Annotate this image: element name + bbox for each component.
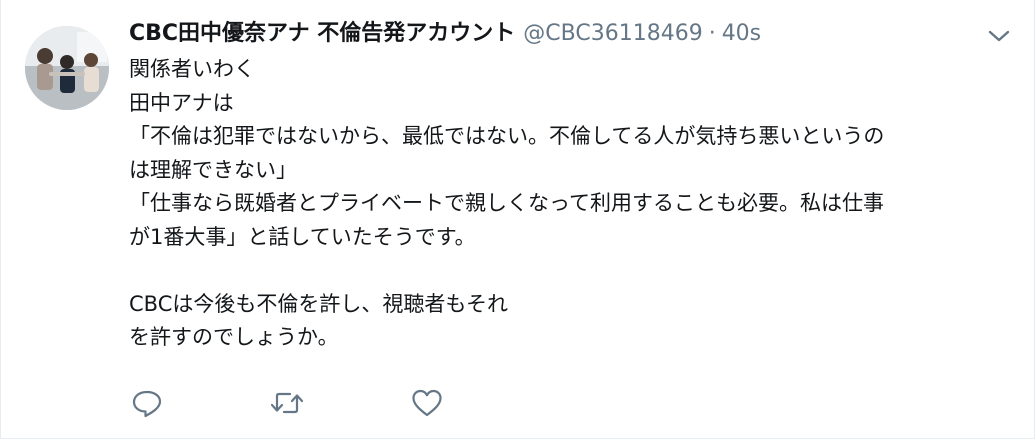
tweet-text-line: CBCは今後も不倫を許し、視聴者もそれ [129,291,508,316]
retweet-icon [270,392,304,414]
tweet-text-line: 「不倫は犯罪ではないから、最低ではない。不倫してる人が気持ち悪いというの [129,124,885,148]
display-name[interactable]: CBC田中優奈アナ 不倫告発アカウント [129,17,515,51]
like-button[interactable] [409,386,445,420]
heart-icon [412,389,442,417]
tweet-text-line: 田中アナは [129,90,234,115]
tweet-text-line: を許すのでしょうか。 [129,325,339,349]
separator: · [708,21,716,46]
tweet-text-line: は理解できない」 [129,157,297,182]
tweet-text: 関係者いわく 田中アナは 「不倫は犯罪ではないから、最低ではない。不倫してる人が… [129,53,1014,355]
retweet-button[interactable] [269,386,305,420]
reply-button[interactable] [129,386,165,420]
more-options-button[interactable] [986,26,1012,46]
chevron-down-icon [988,30,1010,42]
handle[interactable]: @CBC36118469 [523,17,702,51]
tweet-text-line: 関係者いわく [129,57,255,81]
tweet-header: CBC田中優奈アナ 不倫告発アカウント @CBC36118469 · 40s [129,17,974,51]
tweet-card[interactable]: CBC田中優奈アナ 不倫告発アカウント @CBC36118469 · 40s 関… [0,0,1035,439]
avatar[interactable] [25,26,109,110]
tweet-text-line [129,254,1014,288]
timestamp[interactable]: 40s [722,17,761,51]
avatar-image [25,26,109,110]
tweet-text-line: 「仕事なら既婚者とプライベートで親しくなって利用することも必要。私は仕事 [129,191,884,215]
reply-icon [132,390,162,418]
tweet-text-line: が1番大事」と話していたそうです。 [129,224,476,249]
